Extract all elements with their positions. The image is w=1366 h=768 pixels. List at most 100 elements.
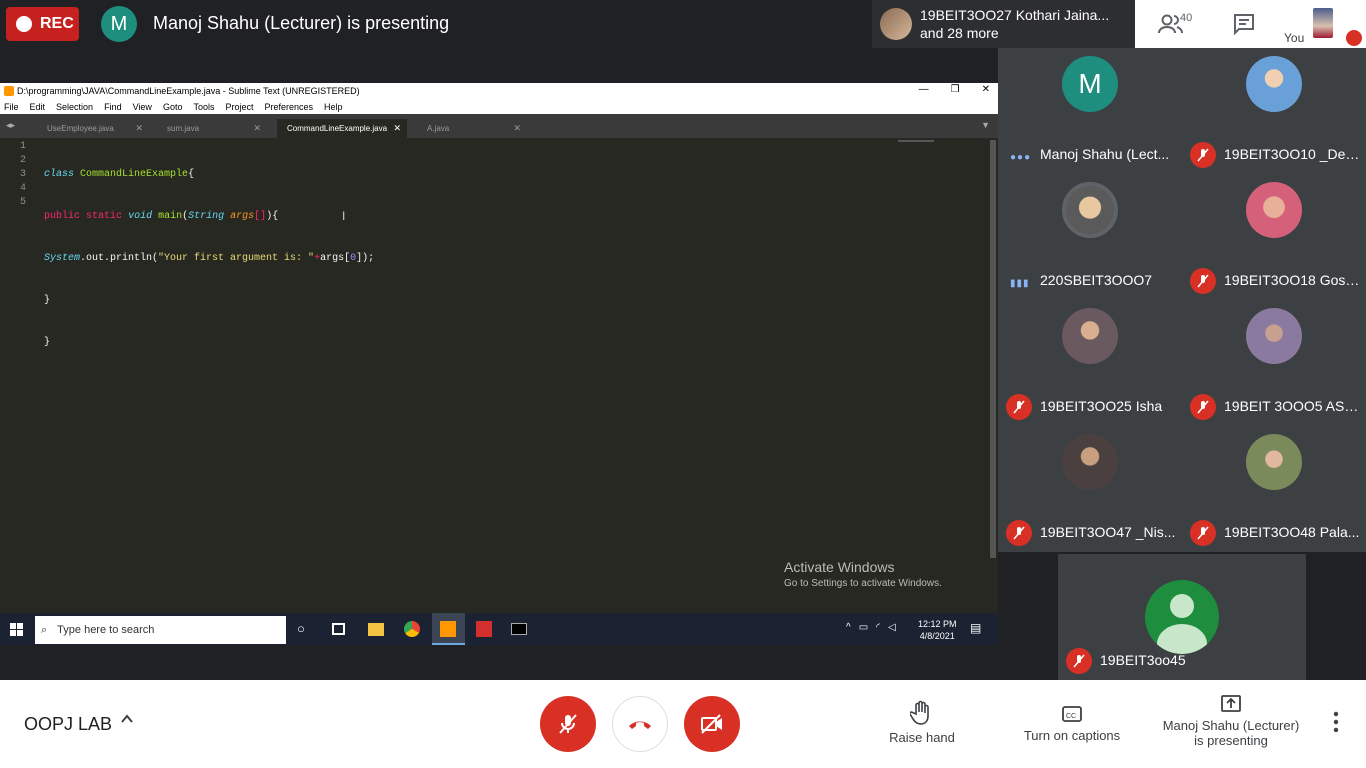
task-view-icon: [332, 623, 345, 635]
menu-find: Find: [104, 101, 122, 112]
tab-dropdown-icon: ▼: [981, 120, 990, 130]
meeting-name[interactable]: OOPJ LAB: [24, 714, 112, 735]
participant-tile[interactable]: 19BEIT 3OOO5 ASH...: [1182, 300, 1366, 426]
participant-name: 19BEIT3OO47 _Nis...: [1040, 524, 1176, 540]
joined-avatar: [880, 8, 912, 40]
menu-project: Project: [225, 101, 254, 112]
tab-close-icon: ✕: [253, 123, 261, 133]
menu-view: View: [132, 101, 152, 112]
taskbar-search: ⌕ Type here to search: [35, 616, 286, 644]
activate-windows-watermark: Activate Windows Go to Settings to activ…: [784, 559, 942, 589]
avatar-initial: M: [1078, 68, 1102, 99]
participant-tile[interactable]: 19BEIT3OO47 _Nis...: [998, 426, 1182, 552]
participant-avatar: M: [1062, 56, 1118, 112]
participant-avatar: [1062, 434, 1118, 490]
participant-name: 220SBEIT3OOO7: [1040, 272, 1153, 288]
participant-tile[interactable]: 19BEIT3OO18 Gosa...: [1182, 174, 1366, 300]
speaking-indicator-icon: ▮▮▮: [1010, 278, 1030, 289]
menu-preferences: Preferences: [264, 101, 314, 112]
sublime-logo-icon: [4, 86, 14, 96]
muted-mic-icon: [1006, 520, 1032, 546]
participant-avatar: [1062, 308, 1118, 364]
participant-tile[interactable]: 19BEIT3OO25 Isha: [998, 300, 1182, 426]
tab-close-icon: ✕: [393, 123, 401, 133]
participant-tile[interactable]: M ●●● Manoj Shahu (Lect...: [998, 48, 1182, 174]
more-options-icon[interactable]: [1326, 710, 1346, 734]
participant-tile[interactable]: ▮▮▮ 220SBEIT3OOO7: [998, 174, 1182, 300]
participant-name: 19BEIT3OO25 Isha: [1040, 398, 1163, 414]
tab-label: CommandLineExample.java: [287, 124, 388, 133]
present-label-line2: is presenting: [1194, 733, 1268, 748]
file-explorer-icon: [368, 623, 384, 636]
restore-icon: ❐: [950, 84, 960, 95]
participant-name: Manoj Shahu (Lect...: [1040, 146, 1170, 162]
clock-date: 4/8/2021: [919, 631, 955, 641]
code-editor: class CommandLineExample{ public static …: [44, 140, 374, 378]
code-line-1: class CommandLineExample{: [44, 169, 195, 180]
participant-avatar: [1246, 56, 1302, 112]
participant-name: 19BEIT3OO48 Pala...: [1224, 524, 1360, 540]
participant-name: 19BEIT3OO18 Gosa...: [1224, 272, 1362, 288]
muted-mic-icon: [1066, 648, 1092, 674]
participant-name: 19BEIT3oo45: [1100, 652, 1186, 668]
window-controls: — ❐ ✕: [919, 84, 990, 95]
system-tray: ^ ▭ ◜ ◁: [846, 622, 896, 633]
participant-avatar: [1246, 308, 1302, 364]
participant-tile[interactable]: 19BEIT3OO48 Pala...: [1182, 426, 1366, 552]
joined-notification[interactable]: 19BEIT3OO27 Kothari Jaina... and 28 more: [872, 0, 1135, 48]
editor-tab: sum.java ✕: [157, 119, 267, 138]
raise-hand-label: Raise hand: [889, 730, 955, 745]
muted-mic-icon: [1190, 394, 1216, 420]
chevron-up-icon[interactable]: [120, 712, 134, 726]
participant-name: 19BEIT 3OOO5 ASH...: [1224, 398, 1362, 414]
muted-mic-icon: [1190, 268, 1216, 294]
default-avatar-icon: [1145, 580, 1219, 654]
participant-tile[interactable]: 19BEIT3OO10 _Dee...: [1182, 48, 1366, 174]
hand-icon: [910, 700, 929, 725]
camera-off-icon: [701, 714, 722, 734]
present-now-button[interactable]: Manoj Shahu (Lecturer) is presenting: [1156, 694, 1306, 748]
speaking-indicator-icon: ●●●: [1010, 152, 1032, 163]
tab-label: A.java: [427, 124, 450, 133]
hang-up-icon: [629, 721, 651, 729]
tab-label: sum.java: [167, 124, 200, 133]
svg-text:CC: CC: [1066, 713, 1076, 720]
menu-goto: Goto: [162, 101, 183, 112]
volume-icon: ◁: [888, 622, 896, 633]
minimize-icon: —: [918, 84, 929, 95]
recording-button[interactable]: REC: [6, 7, 79, 41]
camera-toggle-button[interactable]: [684, 696, 740, 752]
raise-hand-button[interactable]: Raise hand: [886, 700, 958, 745]
menu-edit: Edit: [29, 101, 46, 112]
minimap: [898, 140, 934, 146]
line-number: 5: [19, 197, 26, 208]
battery-icon: ▭: [858, 622, 869, 633]
mic-off-icon: [559, 714, 577, 734]
chat-icon[interactable]: [1233, 13, 1255, 35]
captions-label: Turn on captions: [1023, 728, 1121, 743]
microphone-toggle-button[interactable]: [540, 696, 596, 752]
joined-more: and 28 more: [920, 25, 999, 41]
menu-selection: Selection: [56, 101, 94, 112]
activate-title: Activate Windows: [784, 559, 895, 575]
clock-time: 12:12 PM: [918, 619, 957, 629]
presenting-banner: Manoj Shahu (Lecturer) is presenting: [153, 13, 450, 33]
participant-tile[interactable]: 19BEIT3oo45: [1058, 554, 1306, 680]
taskbar-clock: 12:12 PM 4/8/2021: [918, 618, 957, 642]
present-label-line1: Manoj Shahu (Lecturer): [1162, 718, 1300, 733]
wifi-icon: ◜: [876, 622, 881, 633]
activate-subtitle: Go to Settings to activate Windows.: [784, 578, 942, 589]
closed-captions-icon: CC: [1062, 706, 1082, 722]
record-dot-icon: [16, 16, 32, 32]
editor-tabbar: ◂▸ UseEmployee.java ✕ sum.java ✕ CommandLi…: [0, 114, 998, 138]
window-title: D:\programming\JAVA\CommandLineExample.j…: [17, 86, 360, 96]
tab-close-icon: ✕: [135, 123, 143, 133]
tab-nav-arrows-icon: ◂▸: [6, 120, 16, 130]
menu-help: Help: [324, 101, 343, 112]
windows-start-icon: [10, 623, 23, 636]
self-video-thumbnail[interactable]: [1313, 8, 1333, 38]
muted-mic-icon: [1006, 394, 1032, 420]
leave-call-button[interactable]: [612, 696, 668, 752]
acrobat-icon: [476, 621, 492, 637]
captions-button[interactable]: CC Turn on captions: [1018, 700, 1126, 743]
